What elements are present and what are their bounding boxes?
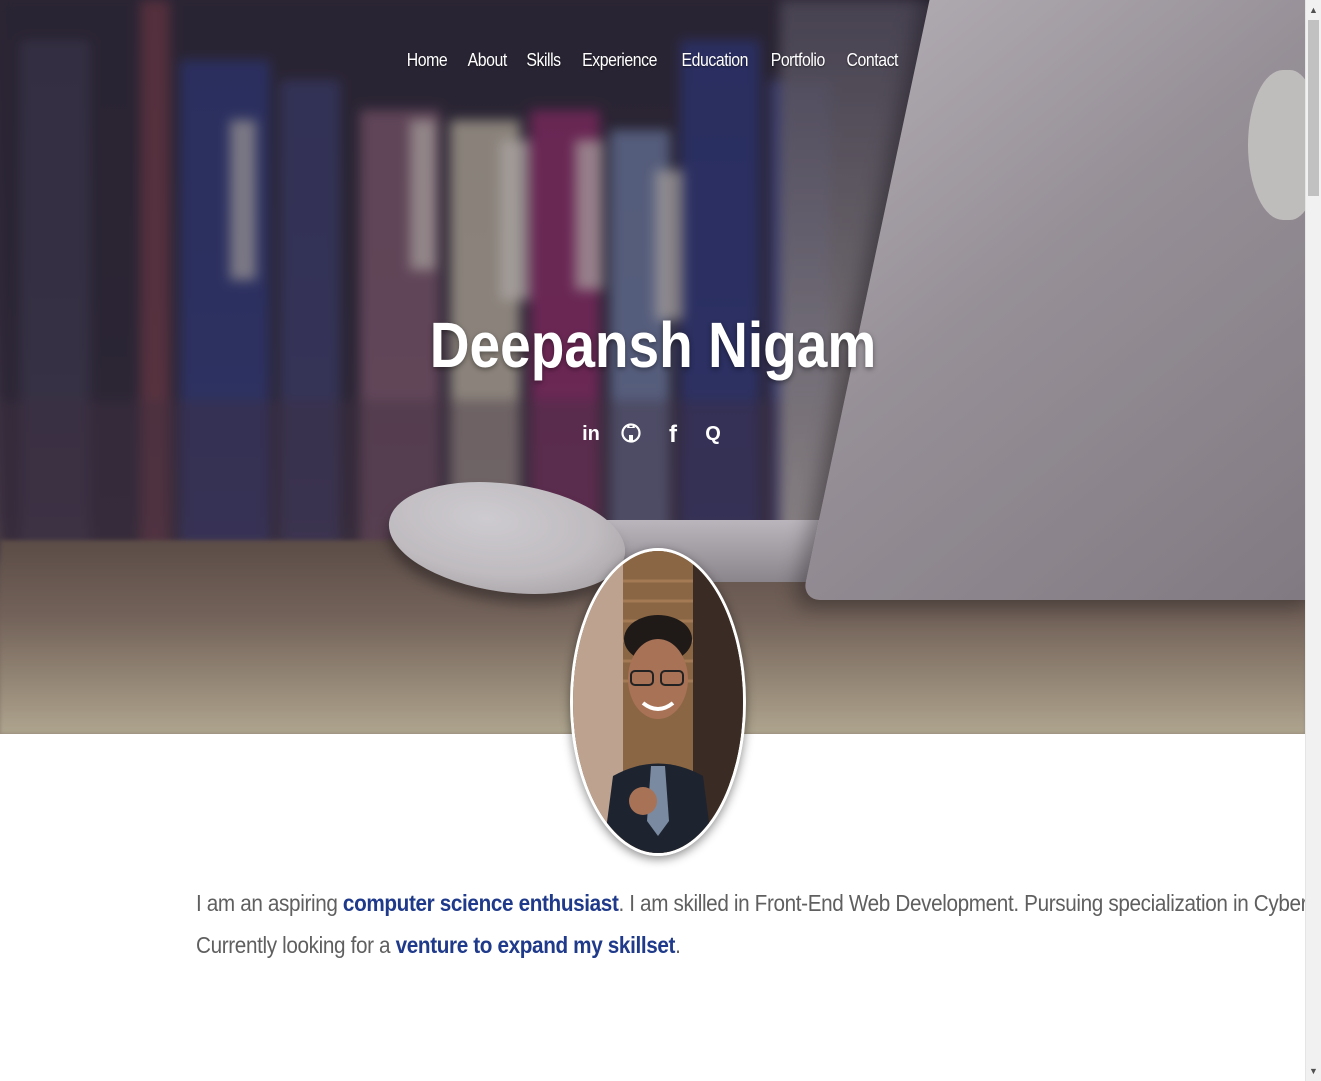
about-text: . I am skilled in Front-End Web Developm…: [618, 890, 1306, 916]
about-section: I am an aspiring computer science enthus…: [196, 882, 1306, 966]
svg-text:f: f: [669, 421, 678, 448]
highlight-text: computer science enthusiast: [342, 890, 619, 916]
scrollbar-thumb[interactable]: [1308, 20, 1319, 196]
about-line-1: I am an aspiring computer science enthus…: [196, 882, 1306, 924]
vertical-scrollbar[interactable]: ▲ ▼: [1305, 0, 1321, 1081]
nav-item-about[interactable]: About: [468, 50, 508, 71]
main-nav: Home About Skills Experience Education P…: [0, 50, 1306, 71]
nav-item-skills[interactable]: Skills: [526, 50, 561, 71]
facebook-icon[interactable]: f: [658, 418, 688, 448]
nav-item-experience[interactable]: Experience: [583, 50, 658, 71]
nav-item-portfolio[interactable]: Portfolio: [771, 50, 826, 71]
hero-name: Deepansh Nigam: [429, 309, 877, 381]
nav-item-home[interactable]: Home: [407, 50, 448, 71]
about-line-2: Currently looking for a venture to expan…: [196, 924, 1060, 966]
about-text: Currently looking for a: [196, 932, 396, 958]
about-text: I am an aspiring: [196, 890, 343, 916]
portfolio-page: Home About Skills Experience Education P…: [0, 0, 1306, 1081]
profile-photo: [573, 551, 743, 853]
github-icon[interactable]: [616, 418, 646, 448]
svg-text:in: in: [582, 423, 600, 445]
quora-icon[interactable]: Q: [698, 418, 728, 448]
svg-text:Q: Q: [705, 423, 721, 445]
linkedin-icon[interactable]: in: [576, 418, 606, 448]
scroll-down-arrow-icon[interactable]: ▼: [1306, 1063, 1321, 1079]
profile-avatar: [570, 548, 746, 856]
highlight-text: venture to expand my skillset: [395, 932, 676, 958]
nav-item-education[interactable]: Education: [682, 50, 749, 71]
about-text: .: [675, 932, 681, 958]
scroll-up-arrow-icon[interactable]: ▲: [1306, 2, 1321, 18]
nav-item-contact[interactable]: Contact: [847, 50, 899, 71]
social-links: in f Q: [570, 418, 730, 448]
